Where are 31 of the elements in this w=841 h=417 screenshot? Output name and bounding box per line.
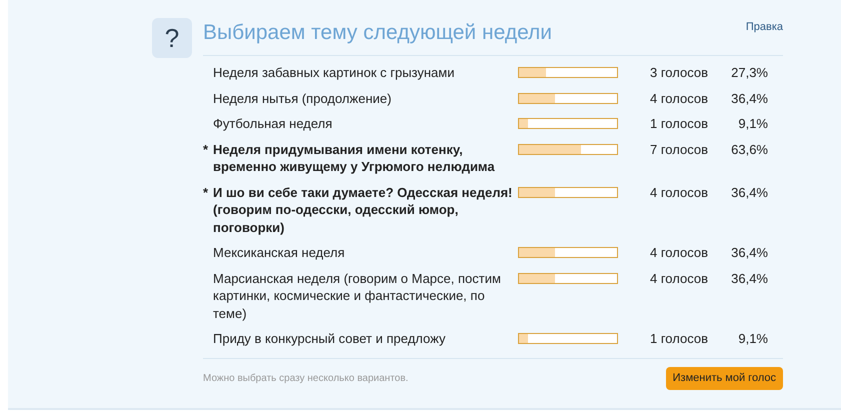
poll-title: Выбираем тему следующей недели: [203, 20, 552, 46]
vote-count: 4 голосов: [649, 90, 708, 107]
vote-percent: 9,1%: [737, 330, 768, 348]
option-label: Неделя придумывания имени котенку, временно живущему у Угрюмого нелюдима: [213, 140, 496, 176]
vote-percent: 63,6%: [730, 140, 768, 158]
vote-count: 3 голосов: [649, 64, 708, 82]
vote-percent: 36,4%: [730, 184, 768, 201]
vote-percent: 36,4%: [730, 244, 768, 262]
option-label: Неделя забавных картинок с грызунами: [213, 64, 456, 82]
hint-text: Можно выбрать сразу несколько вариантов.: [203, 372, 408, 386]
option-label: Марсианская неделя (говорим о Марсе, постим картинки, космические и фантастические, по теме): [213, 270, 502, 322]
vote-count: 1 голосов: [649, 115, 708, 132]
vote-count: 4 голосов: [649, 270, 708, 287]
vote-percent: 36,4%: [730, 90, 768, 107]
edit-link[interactable]: Правка: [746, 18, 783, 36]
vote-count: 7 голосов: [649, 140, 708, 158]
vote-percent: 9,1%: [737, 115, 768, 132]
question-icon: ?: [152, 18, 192, 58]
change-vote-button[interactable]: Изменить мой голос: [666, 366, 783, 390]
vote-mark: *: [203, 140, 210, 158]
vote-percent: 27,3%: [730, 64, 768, 82]
vote-percent: 36,4%: [730, 270, 768, 287]
vote-count: 1 голосов: [649, 330, 708, 348]
option-label: Футбольная неделя: [213, 115, 334, 132]
vote-mark: *: [203, 184, 210, 201]
option-label: Мексиканская неделя: [213, 244, 346, 262]
vote-count: 4 голосов: [649, 184, 708, 201]
option-label: И шо ви себе таки думаете? Одесская неделя! (говорим по-одесски, одесский юмор, поговорки): [213, 184, 514, 236]
option-label: Неделя нытья (продолжение): [213, 90, 392, 107]
vote-count: 4 голосов: [649, 244, 708, 262]
option-label: Приду в конкурсный совет и предложу: [213, 330, 446, 348]
